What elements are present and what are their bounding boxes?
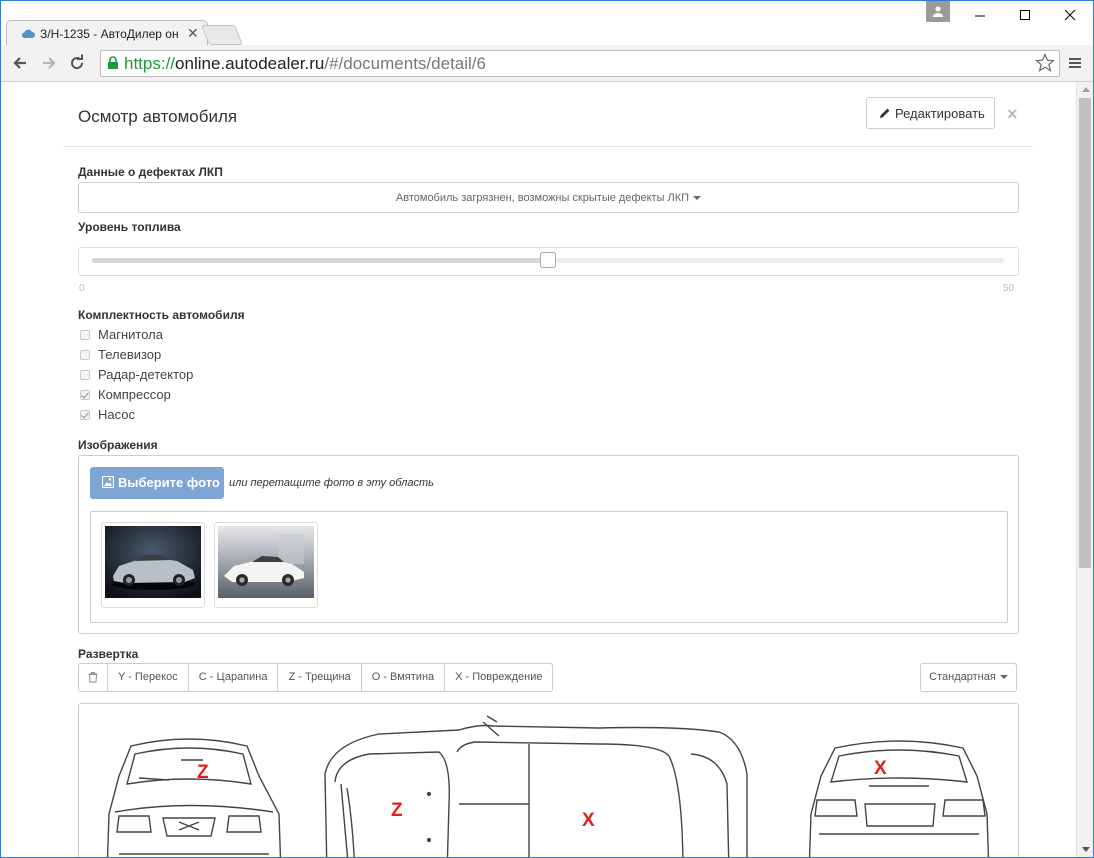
bookmark-star-icon[interactable] [1035,53,1055,73]
white-sports-car-photo [218,526,314,598]
slider-track[interactable] [92,252,1004,268]
fuel-level-label: Уровень топлива [78,220,181,234]
tool-crack-button[interactable]: Z - Трещина [277,663,362,692]
tool-skew-button[interactable]: Y - Перекос [107,663,189,692]
photo-thumbnail[interactable] [101,522,205,608]
edit-button-label: Редактировать [895,106,985,121]
checkbox-label: Радар-детектор [98,367,194,382]
new-tab-button[interactable] [200,25,244,45]
equipment-label: Комплектность автомобиля [78,308,245,322]
browser-toolbar: https://online.autodealer.ru/#/documents… [1,45,1093,82]
modal-title: Осмотр автомобиля [78,107,238,126]
paint-defects-select[interactable]: Автомобиль загрязнен, возможны скрытые д… [78,182,1019,213]
user-icon [933,6,943,17]
window-close-icon[interactable] [1057,6,1083,24]
silver-sports-car-photo [105,526,201,598]
scrollbar-thumb[interactable] [1079,98,1091,568]
view-type-label: Стандартная [929,671,996,683]
browser-menu-icon[interactable] [1067,55,1083,71]
images-label: Изображения [78,438,158,452]
checkbox-label: Насос [98,407,135,422]
damage-mark[interactable]: Z [391,800,403,822]
paint-defects-selected-text: Автомобиль загрязнен, возможны скрытые д… [395,192,690,204]
page-scrollbar[interactable] [1076,82,1093,857]
checkbox[interactable] [80,390,90,400]
car-outline-drawing [106,715,990,857]
damage-mark[interactable]: X [582,810,595,832]
tool-scratch-button[interactable]: C - Царапина [187,663,279,692]
photo-thumbnail[interactable] [214,522,318,608]
caret-down-icon [693,196,702,201]
minimize-icon[interactable] [967,6,993,24]
trash-icon [88,672,98,683]
fuel-slider[interactable] [78,247,1019,276]
lock-icon [108,56,118,69]
title-bar: З/Н-1235 - АвтоДилер он ✕ [1,1,1093,47]
paint-defects-value: Автомобиль загрязнен, возможны скрытые д… [79,192,1018,204]
pencil-icon [880,108,890,118]
forward-icon[interactable] [39,53,59,73]
url-text: https://online.autodealer.ru/#/documents… [124,54,486,74]
checkbox[interactable] [80,410,90,420]
url-host: online.autodealer.ru [175,54,325,73]
profile-button[interactable] [926,1,950,22]
damage-tools-group: Y - Перекос C - Царапина Z - Трещина O -… [78,663,554,692]
scroll-down-arrow-icon[interactable] [1082,847,1090,852]
delete-mark-button[interactable] [78,663,108,692]
checkbox-label: Магнитола [98,327,163,342]
view-type-dropdown[interactable]: Стандартная [920,663,1017,692]
checkbox[interactable] [80,350,90,360]
url-scheme: https:// [124,54,176,73]
drop-hint: или перетащите фото в эту область [229,477,434,489]
tab-close-icon[interactable]: ✕ [187,25,199,42]
slider-fill [92,258,548,263]
url-path: /#/documents/detail/6 [324,54,486,73]
tab-title: З/Н-1235 - АвтоДилер он [40,27,179,41]
address-bar[interactable]: https://online.autodealer.ru/#/documents… [100,50,1060,77]
image-icon [102,476,114,488]
tool-damage-button[interactable]: X - Повреждение [444,663,554,692]
choose-photo-label: Выберите фото [118,475,220,490]
reload-icon[interactable] [67,53,87,73]
scroll-up-arrow-icon[interactable] [1082,87,1090,92]
slider-min-label: 0 [79,283,85,294]
damage-mark[interactable]: Z [197,762,209,784]
browser-tab[interactable]: З/Н-1235 - АвтоДилер он ✕ [6,20,208,47]
back-icon[interactable] [10,53,30,73]
images-dropzone[interactable]: Выберите фото или перетащите фото в эту … [78,455,1019,634]
page-viewport: Осмотр автомобиля Редактировать × Данные… [1,82,1076,857]
caret-down-icon [999,675,1008,680]
browser-window: З/Н-1235 - АвтоДилер он ✕ https://online… [0,0,1094,858]
choose-photo-button[interactable]: Выберите фото [90,467,224,499]
modal-close-icon[interactable]: × [1007,104,1018,125]
damage-mark[interactable]: X [874,758,887,780]
checkbox[interactable] [80,370,90,380]
car-layout-diagram[interactable]: Z Z X X [78,703,1019,857]
slider-handle[interactable] [540,252,556,268]
thumbnail-list [90,511,1008,623]
cloud-favicon-icon [21,29,35,38]
checkbox-label: Компрессор [98,387,171,402]
modal-header: Осмотр автомобиля Редактировать × [63,82,1033,147]
edit-button[interactable]: Редактировать [866,97,995,129]
paint-defects-label: Данные о дефектах ЛКП [78,165,223,179]
tool-dent-button[interactable]: O - Вмятина [360,663,446,692]
checkbox[interactable] [80,330,90,340]
layout-scheme-label: Развертка [78,647,139,661]
maximize-icon[interactable] [1012,6,1038,24]
checkbox-label: Телевизор [98,347,162,362]
slider-max-label: 50 [1003,283,1015,294]
